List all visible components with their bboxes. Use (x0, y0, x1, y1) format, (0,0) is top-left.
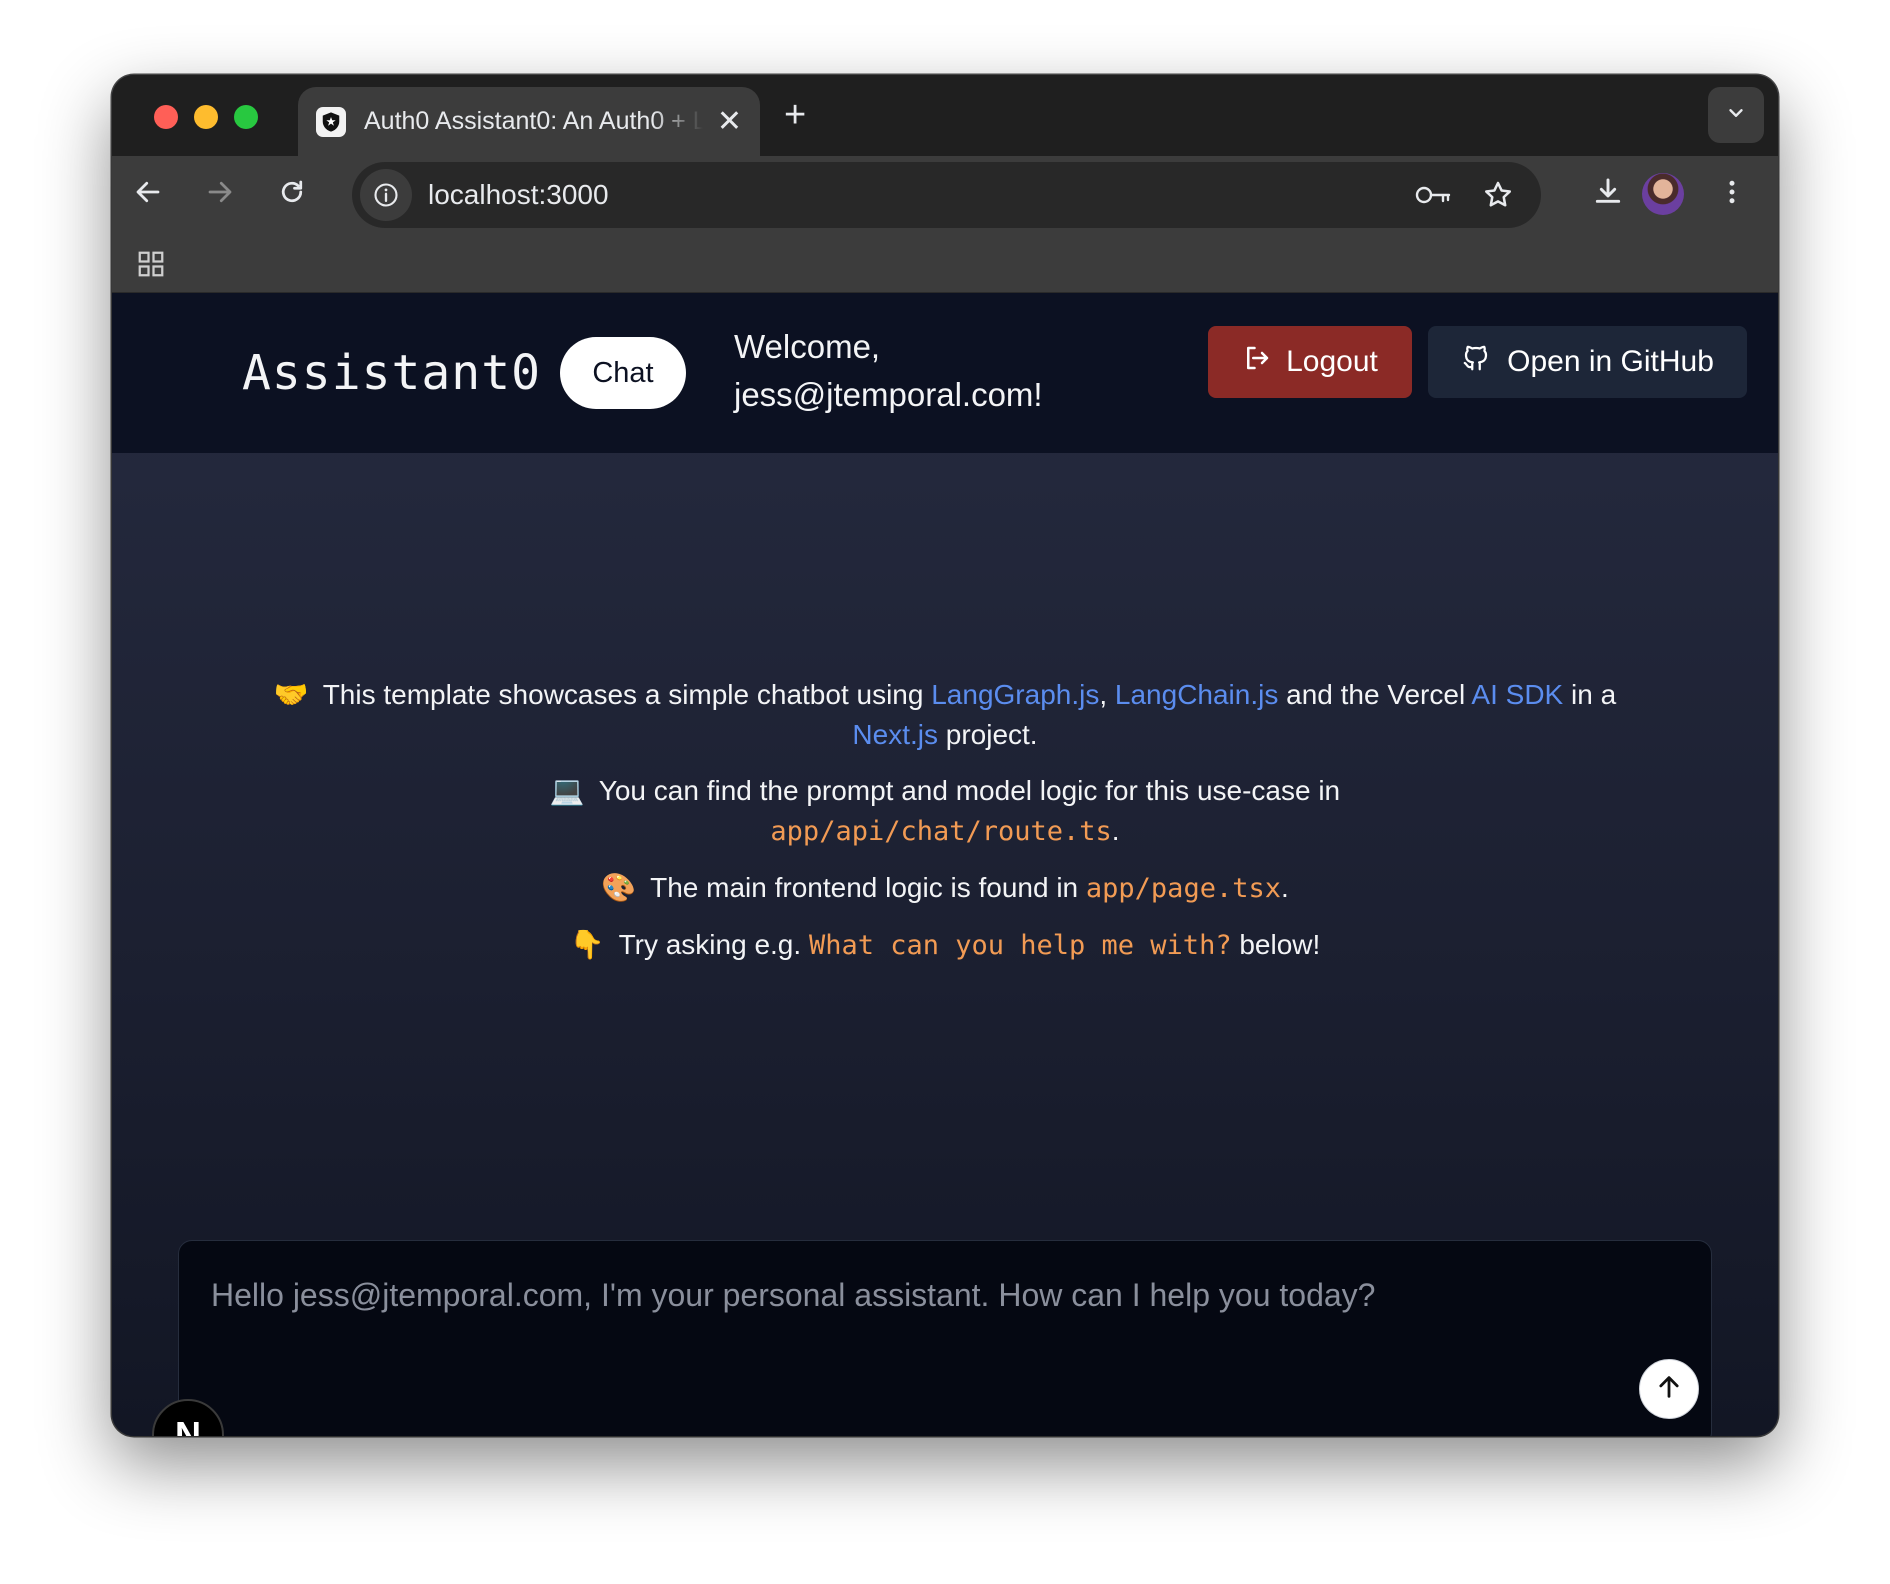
nav-chat-link[interactable]: Chat (560, 337, 686, 409)
more-vertical-icon (1717, 177, 1747, 212)
page-file-code: app/page.tsx (1085, 873, 1281, 904)
app-header: Assistant0 Chat Welcome, jess@jtemporal.… (112, 293, 1778, 453)
langchain-link[interactable]: LangChain.js (1115, 679, 1278, 710)
github-icon (1461, 343, 1491, 381)
password-key-icon[interactable] (1413, 174, 1455, 216)
site-info-icon[interactable] (360, 169, 412, 221)
arrow-left-icon (133, 177, 163, 212)
page-content: Assistant0 Chat Welcome, jess@jtemporal.… (112, 293, 1778, 1436)
new-tab-button[interactable]: + (784, 95, 806, 135)
chevron-down-icon (1725, 102, 1747, 129)
ai-sdk-link[interactable]: AI SDK (1471, 679, 1563, 710)
download-icon (1592, 176, 1624, 213)
address-bar[interactable]: localhost:3000 (352, 162, 1541, 228)
browser-menu-button[interactable] (1712, 174, 1752, 214)
apps-grid-icon[interactable] (136, 249, 166, 284)
example-prompt-code: What can you help me with? (808, 930, 1232, 961)
forward-button[interactable] (200, 174, 240, 214)
arrow-up-icon (1655, 1373, 1683, 1406)
bookmarks-bar (112, 233, 1778, 293)
intro-line-3: 🎨 The main frontend logic is found in app… (272, 868, 1618, 909)
welcome-message: Welcome, jess@jtemporal.com! (734, 328, 1043, 413)
intro-line-1: 🤝 This template showcases a simple chatbo… (272, 675, 1618, 755)
profile-avatar[interactable] (1642, 173, 1684, 215)
arrow-right-icon (205, 177, 235, 212)
laptop-icon: 💻 (549, 775, 585, 806)
pointing-down-icon: 👇 (569, 929, 605, 960)
reload-button[interactable] (272, 174, 312, 214)
brand-logo-text[interactable]: Assistant0 (242, 345, 541, 401)
tab-strip: Auth0 Assistant0: An Auth0 + LangChain +… (112, 75, 1778, 156)
close-window-button[interactable] (154, 105, 178, 129)
langgraph-link[interactable]: LangGraph.js (931, 679, 1099, 710)
chat-composer (178, 1240, 1712, 1436)
browser-tab-active[interactable]: Auth0 Assistant0: An Auth0 + LangChain +… (298, 87, 760, 156)
bookmark-star-icon[interactable] (1477, 174, 1519, 216)
maximize-window-button[interactable] (234, 105, 258, 129)
browser-toolbar: localhost:3000 (112, 156, 1778, 233)
browser-window: Auth0 Assistant0: An Auth0 + LangChain +… (112, 75, 1778, 1436)
url-text[interactable]: localhost:3000 (428, 179, 1413, 211)
back-button[interactable] (128, 174, 168, 214)
open-in-github-button[interactable]: Open in GitHub (1428, 326, 1747, 398)
logout-label: Logout (1286, 345, 1378, 378)
intro-line-2: 💻 You can find the prompt and model logic… (272, 771, 1618, 852)
nextjs-link[interactable]: Next.js (852, 719, 938, 750)
downloads-button[interactable] (1588, 174, 1628, 214)
palette-icon: 🎨 (601, 872, 637, 903)
tab-title: Auth0 Assistant0: An Auth0 + LangChain +… (364, 107, 703, 135)
handshake-icon: 🤝 (273, 679, 309, 710)
send-button[interactable] (1639, 1359, 1699, 1419)
logout-icon (1242, 343, 1272, 381)
intro-line-4: 👇 Try asking e.g. What can you help me wi… (272, 925, 1618, 966)
github-label: Open in GitHub (1507, 345, 1714, 378)
route-file-code: app/api/chat/route.ts (770, 816, 1112, 847)
auth0-shield-icon (316, 106, 346, 137)
minimize-window-button[interactable] (194, 105, 218, 129)
reload-icon (277, 177, 307, 212)
tab-search-button[interactable] (1708, 87, 1764, 143)
chat-input[interactable] (179, 1241, 1711, 1436)
close-tab-icon[interactable]: ✕ (717, 106, 742, 137)
intro-panel: 🤝 This template showcases a simple chatbo… (272, 675, 1618, 982)
logout-button[interactable]: Logout (1208, 326, 1412, 398)
